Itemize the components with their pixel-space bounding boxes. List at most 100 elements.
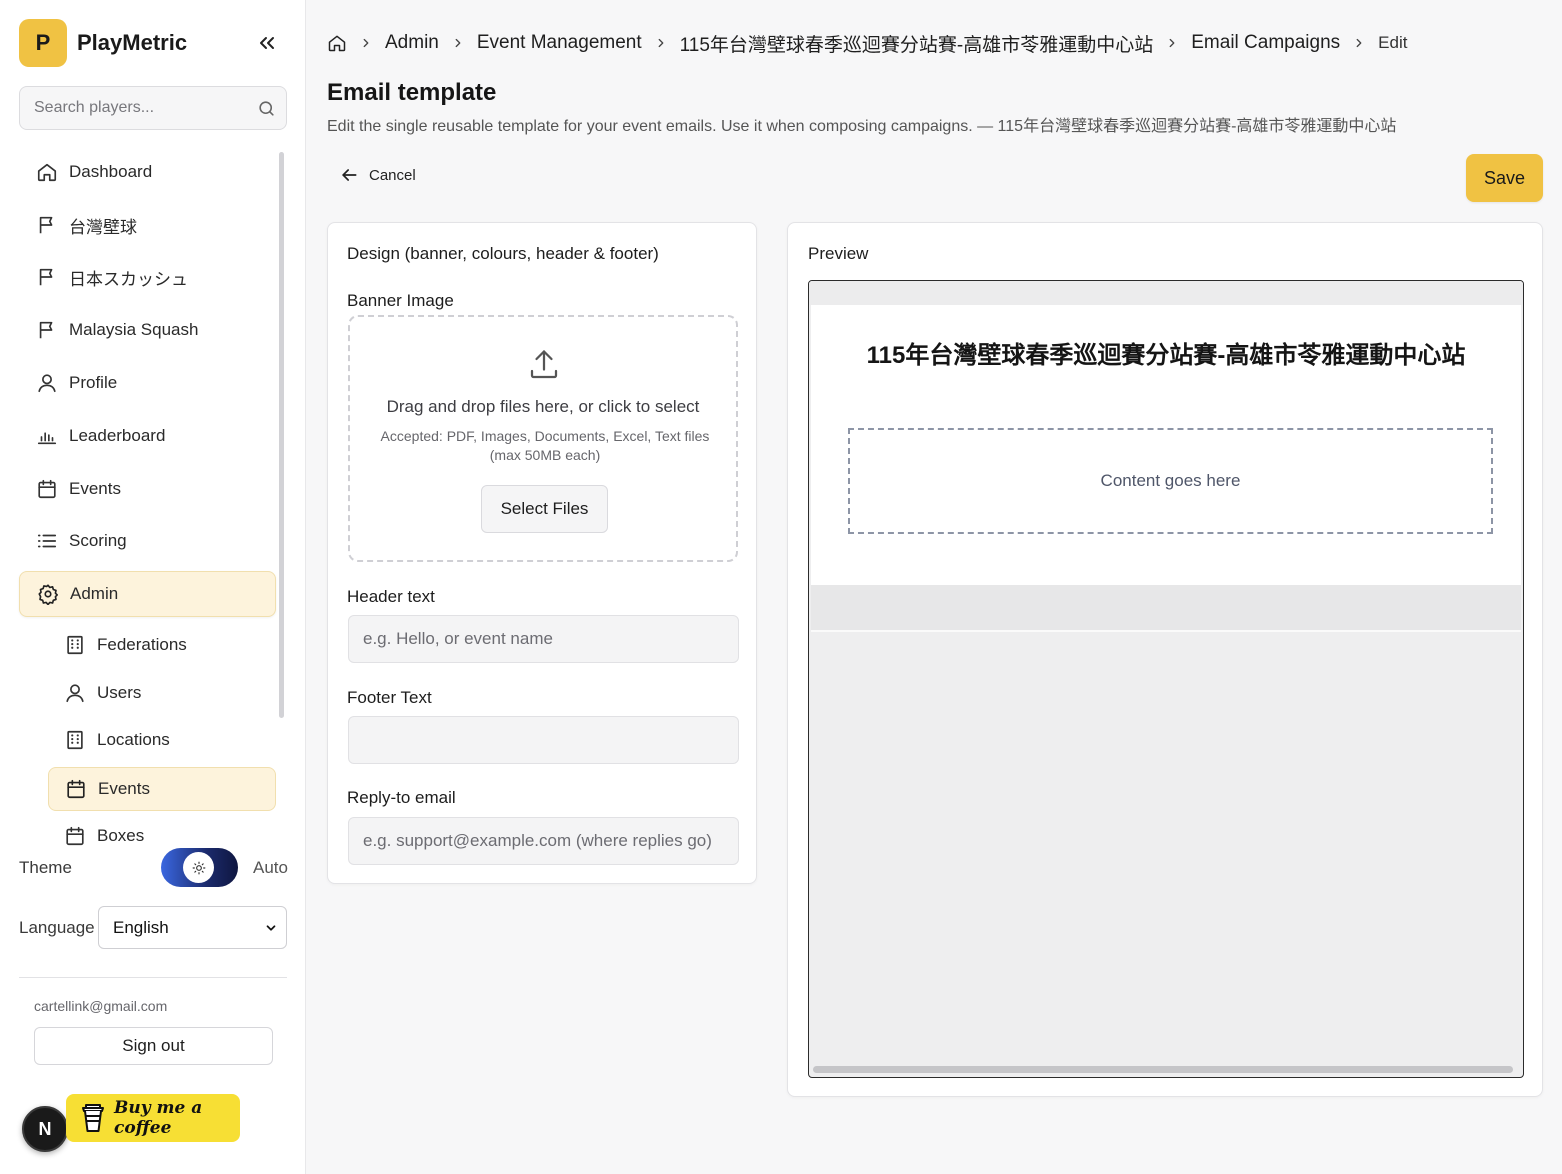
sidebar-subitem-locations[interactable]: Locations [48,718,276,762]
sidebar-item-label: Admin [70,584,119,603]
theme-label: Theme [19,858,72,877]
reply-to-email-input[interactable] [348,817,739,865]
building-icon [64,729,86,751]
chevron-down-icon [264,921,278,935]
preview-email-body: 115年台灣壁球春季巡迴賽分站賽-高雄市苓雅運動中心站 Content goes… [811,305,1521,585]
sidebar-item-dashboard[interactable]: Dashboard [19,149,276,195]
sidebar-item-label: Dashboard [69,162,153,181]
home-icon [36,161,58,183]
flag-icon [36,319,58,341]
sidebar-item-label: 台灣壁球 [69,217,137,237]
preview-heading: 115年台灣壁球春季巡迴賽分站賽-高雄市苓雅運動中心站 [866,342,1466,369]
chevron-right-icon [359,36,373,50]
gear-icon [37,583,59,605]
header-text-label: Header text [347,587,435,606]
preview-horizontal-scrollbar[interactable] [813,1066,1513,1073]
sidebar-scrollbar[interactable] [279,152,284,718]
sidebar-item-label: Profile [69,373,118,392]
page-title: Email template [327,79,497,106]
sidebar-item-taiwan-squash[interactable]: 台灣壁球 [19,202,276,248]
breadcrumb-edit: Edit [1378,33,1408,52]
sidebar-item-scoring[interactable]: Scoring [19,518,276,564]
chevron-right-icon [1165,36,1179,50]
sidebar-item-admin[interactable]: Admin [19,571,276,617]
design-card-title: Design (banner, colours, header & footer… [347,244,659,263]
sidebar-subitem-federations[interactable]: Federations [48,623,276,667]
user-email: cartellink@gmail.com [34,998,168,1014]
header-text-input[interactable] [348,615,739,663]
sidebar-subitem-label: Boxes [97,826,145,845]
sidebar-subitem-boxes[interactable]: Boxes [48,814,276,858]
theme-value: Auto [253,858,288,877]
nextjs-devtools-badge[interactable]: N [22,1106,68,1152]
cancel-label: Cancel [369,166,416,184]
app-logo[interactable]: P [19,19,67,67]
page-subtitle: Edit the single reusable template for yo… [327,118,1397,135]
sidebar-subitem-label: Federations [97,635,187,654]
preview-content-placeholder: Content goes here [848,428,1493,534]
collapse-sidebar-icon[interactable] [255,31,279,55]
search-icon [257,99,276,118]
search-placeholder: Search players... [34,99,155,116]
preview-footer [811,585,1521,632]
language-value: English [113,917,169,937]
upload-icon [526,347,562,383]
coffee-label: Buy me a coffee [114,1098,203,1138]
cancel-button[interactable]: Cancel [339,165,416,185]
sidebar: P PlayMetric Search players... Dashboard… [0,0,306,1174]
calendar-icon [36,478,58,500]
sidebar-item-profile[interactable]: Profile [19,360,276,406]
chevron-right-icon [1352,36,1366,50]
list-icon [36,530,58,552]
design-card: Design (banner, colours, header & footer… [327,222,757,884]
preview-title: Preview [808,244,869,263]
flag-icon [36,266,58,288]
arrow-left-icon [339,165,359,185]
dropzone-accepted-text: Accepted: PDF, Images, Documents, Excel,… [380,428,710,463]
select-files-button[interactable]: Select Files [481,485,608,533]
preview-frame[interactable]: 115年台灣壁球春季巡迴賽分站賽-高雄市苓雅運動中心站 Content goes… [808,280,1524,1078]
sidebar-divider [19,977,287,978]
save-button[interactable]: Save [1466,154,1543,202]
calendar-icon [65,778,87,800]
sidebar-subitem-label: Events [98,779,150,798]
breadcrumb: Admin Event Management 115年台灣壁球春季巡迴賽分站賽-… [327,30,1407,56]
breadcrumb-email-campaigns[interactable]: Email Campaigns [1191,32,1340,54]
footer-text-label: Footer Text [347,688,432,707]
sidebar-item-events[interactable]: Events [19,466,276,512]
sidebar-item-label: 日本スカッシュ [69,269,188,289]
sidebar-subitem-users[interactable]: Users [48,671,276,715]
dropzone-text: Drag and drop files here, or click to se… [386,397,700,416]
sidebar-item-label: Scoring [69,531,127,550]
flag-icon [36,214,58,236]
breadcrumb-event[interactable]: 115年台灣壁球春季巡迴賽分站賽-高雄市苓雅運動中心站 [680,30,1154,57]
buy-me-a-coffee-button[interactable]: Buy me a coffee [66,1094,240,1142]
language-label: Language [19,918,95,937]
user-icon [36,372,58,394]
language-select[interactable]: English [98,906,287,949]
breadcrumb-admin[interactable]: Admin [385,32,439,54]
sidebar-subitem-label: Users [97,683,142,702]
search-input[interactable]: Search players... [19,86,287,130]
chevron-right-icon [654,36,668,50]
building-icon [64,634,86,656]
home-icon[interactable] [327,33,347,53]
breadcrumb-event-management[interactable]: Event Management [477,32,642,54]
preview-card: Preview 115年台灣壁球春季巡迴賽分站賽-高雄市苓雅運動中心站 Cont… [787,222,1543,1097]
app-name: PlayMetric [77,30,188,55]
sidebar-subitem-events[interactable]: Events [48,767,276,811]
sun-icon [183,852,214,883]
chevron-right-icon [451,36,465,50]
coffee-cup-icon [80,1102,106,1134]
preview-banner-area [809,281,1523,305]
bar-chart-icon [36,425,58,447]
banner-dropzone[interactable]: Drag and drop files here, or click to se… [348,315,738,562]
sidebar-item-leaderboard[interactable]: Leaderboard [19,413,276,459]
calendar-icon [64,825,86,847]
sidebar-item-malaysia-squash[interactable]: Malaysia Squash [19,307,276,353]
banner-image-label: Banner Image [347,291,454,310]
sidebar-item-japan-squash[interactable]: 日本スカッシュ [19,254,276,300]
theme-toggle[interactable] [161,848,238,887]
sign-out-button[interactable]: Sign out [34,1027,273,1065]
footer-text-input[interactable] [348,716,739,764]
